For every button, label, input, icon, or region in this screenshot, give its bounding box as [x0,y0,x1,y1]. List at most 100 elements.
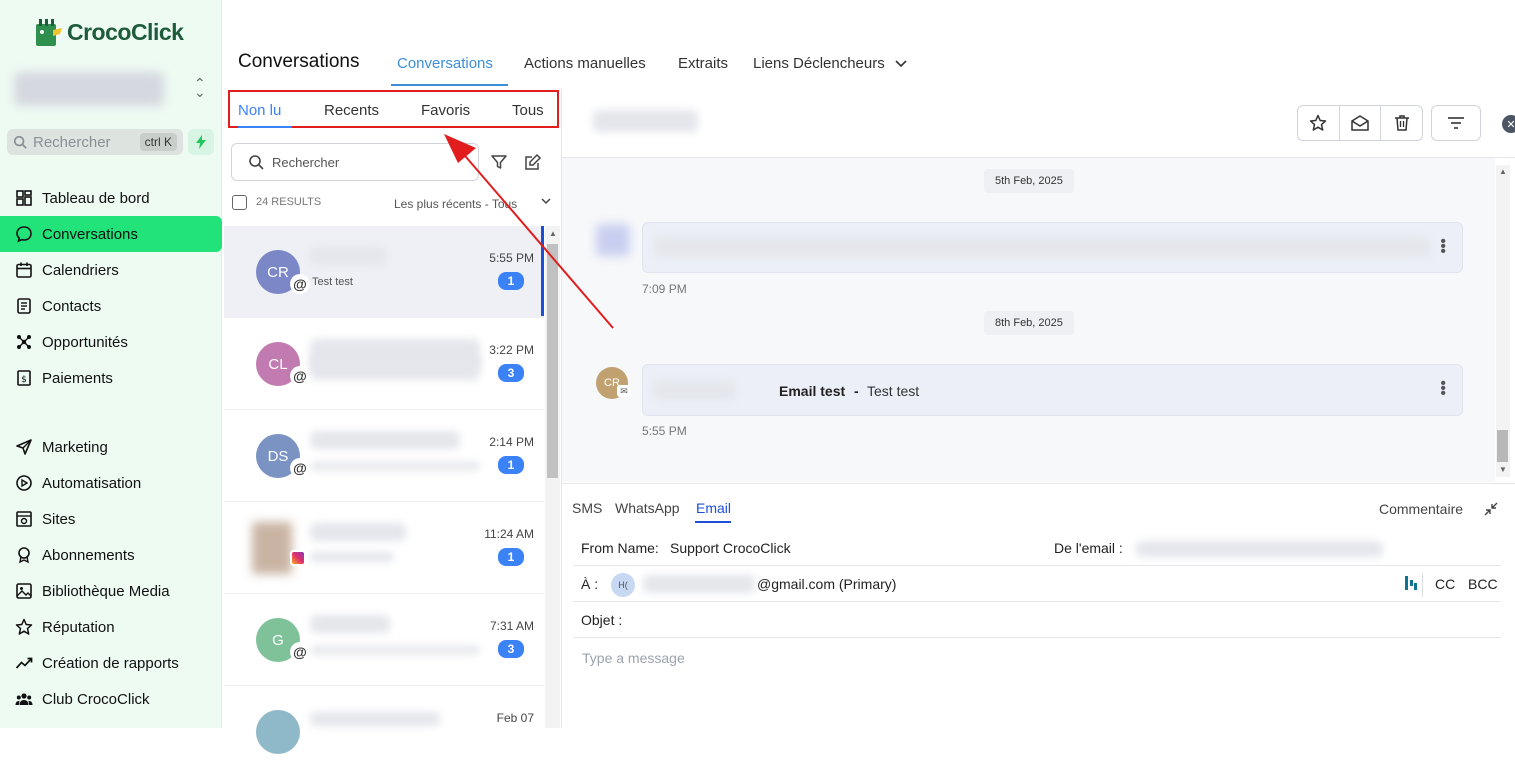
conversation-row[interactable]: G @ 7:31 AM 3 [224,594,544,686]
sidebar-item-community[interactable]: Club CrocoClick [0,681,222,717]
tab-manual-actions[interactable]: Actions manuelles [524,55,646,72]
cc-button[interactable]: CC [1435,576,1455,592]
list-scrollbar-thumb[interactable] [547,244,558,478]
message-bubble[interactable]: Email test - Test test • • • [642,364,1463,416]
sidebar-item-sites[interactable]: Sites [0,501,222,537]
filter-tab-recent[interactable]: Recents [324,102,379,119]
sidebar-item-label: Paiements [42,369,113,387]
from-email-value[interactable] [1136,541,1383,557]
sidebar-item-marketing[interactable]: Marketing [0,429,222,465]
email-channel-icon: @ [290,274,310,294]
filter-tab-starred[interactable]: Favoris [421,102,470,119]
media-icon [16,583,32,599]
email-subject: Email test [779,383,846,399]
contact-name [310,712,440,726]
contact-name [310,615,390,633]
sidebar-search[interactable]: Rechercher ctrl K [7,129,183,155]
collapse-panel-icon[interactable]: ✕ [1502,115,1515,133]
memberships-icon [18,547,30,564]
sidebar-item-contacts[interactable]: Contacts [0,288,222,324]
tab-trigger-links-label: Liens Déclencheurs [753,55,885,72]
sidebar-item-label: Opportunités [42,333,128,351]
sort-dropdown[interactable]: Les plus récents - Tous [394,197,517,211]
shortcut-badge: ctrl K [139,133,177,151]
sidebar-item-label: Sites [42,510,76,528]
mark-read-button[interactable] [1340,106,1382,140]
scroll-down-arrow[interactable]: ▼ [1499,465,1507,474]
from-label: From Name: [581,540,659,556]
message-preview [310,356,480,380]
collapse-icon[interactable] [1484,502,1498,516]
message-preview: Test test [312,276,353,288]
recipient-options-icon[interactable] [1405,575,1417,591]
conversation-row[interactable]: CL @ 3:22 PM 3 [224,318,544,410]
subject-row[interactable]: Objet : [573,602,1501,638]
tab-trigger-links[interactable]: Liens Déclencheurs [753,55,907,72]
sidebar-item-memberships[interactable]: Abonnements [0,537,222,573]
sidebar-item-media-library[interactable]: Bibliothèque Media [0,573,222,609]
filter-tab-indicator [238,126,292,128]
filter-tab-unread[interactable]: Non lu [238,102,281,119]
message-bubble[interactable]: • • • [642,222,1463,273]
sidebar-item-dashboard[interactable]: Tableau de bord [0,180,222,216]
sidebar: CrocoClick ⌃ ⌄ Rechercher ctrl K Tableau … [0,0,222,728]
sidebar-item-reporting[interactable]: Création de rapports [0,645,222,681]
conversation-row[interactable]: Feb 07 [224,686,544,778]
comment-button[interactable]: Commentaire [1379,501,1463,517]
scroll-up-arrow[interactable]: ▲ [549,229,557,238]
sidebar-item-label: Conversations [42,225,138,243]
account-switcher[interactable]: ⌃ ⌄ [10,64,210,112]
sidebar-item-reputation[interactable]: Réputation [0,609,222,645]
recipient-email[interactable]: @gmail.com (Primary) [757,576,896,592]
crocodile-logo-icon [36,19,62,46]
payments-icon: $ [17,370,31,386]
conversation-row[interactable]: 11:24 AM 1 [224,502,544,594]
sidebar-item-payments[interactable]: $ Paiements [0,360,222,396]
conversation-row[interactable]: CR @ Test test 5:55 PM 1 [224,226,544,318]
calendar-icon [16,262,32,278]
brand-logo[interactable]: CrocoClick [33,16,184,48]
from-name-value[interactable]: Support CrocoClick [670,540,791,556]
sidebar-item-calendars[interactable]: Calendriers [0,252,222,288]
tab-conversations[interactable]: Conversations [397,55,493,72]
tab-sms[interactable]: SMS [572,500,602,516]
bcc-button[interactable]: BCC [1468,576,1498,592]
sidebar-item-label: Création de rapports [42,654,179,672]
thread-scrollbar-thumb[interactable] [1497,430,1508,462]
scroll-up-arrow[interactable]: ▲ [1499,167,1507,176]
new-message-icon[interactable] [524,153,542,171]
sidebar-item-conversations[interactable]: Conversations [0,216,222,252]
conversation-row[interactable]: DS @ 2:14 PM 1 [224,410,544,502]
more-options-icon[interactable]: • • • [1440,376,1446,402]
conversation-search-placeholder: Rechercher [272,154,340,170]
filter-funnel-icon[interactable] [490,153,508,171]
email-channel-icon: @ [290,366,310,386]
conversation-actions [1297,105,1423,141]
unread-count-badge: 3 [498,640,524,658]
sidebar-item-label: Bibliothèque Media [42,582,170,600]
automation-icon [16,475,32,491]
email-channel-icon: @ [290,458,310,478]
chevron-down-icon [895,60,907,68]
star-button[interactable] [1298,106,1340,140]
delete-button[interactable] [1381,106,1422,140]
sidebar-item-opportunities[interactable]: Opportunités [0,324,222,360]
filter-tab-all[interactable]: Tous [512,102,544,119]
message-input[interactable]: Type a message [582,650,685,666]
conversation-time: 3:22 PM [489,343,534,357]
sidebar-item-label: Marketing [42,438,108,456]
sites-icon [16,511,32,527]
filter-lines-button[interactable] [1431,105,1481,141]
instagram-icon [290,550,306,566]
more-options-icon[interactable]: • • • [1440,234,1446,260]
conversation-search-input[interactable]: Rechercher [231,143,479,181]
tab-email[interactable]: Email [696,500,731,516]
message-preview [310,552,394,562]
tab-snippets[interactable]: Extraits [678,55,728,72]
select-all-checkbox[interactable] [232,195,247,210]
sidebar-item-automation[interactable]: Automatisation [0,465,222,501]
tab-whatsapp[interactable]: WhatsApp [615,500,680,516]
chevron-down-icon[interactable] [539,194,553,208]
email-body-preview: Test test [867,383,920,399]
quick-action-bolt-icon[interactable] [188,129,214,155]
